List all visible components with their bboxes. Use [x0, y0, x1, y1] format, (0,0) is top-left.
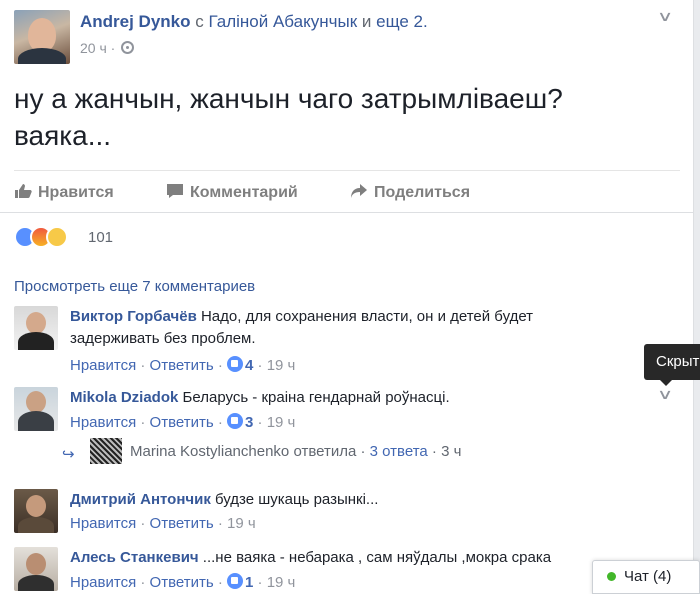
- comment-text: будзе шукаць разынкі...: [215, 491, 379, 508]
- like-badge-icon: [227, 413, 244, 429]
- like-label: Нравится: [38, 184, 114, 201]
- post-text-line-1: ну а жанчын, жанчын чаго затрымліваеш?: [14, 83, 563, 114]
- avatar-shirt: [18, 575, 54, 591]
- replier-avatar: [90, 438, 122, 464]
- comment-bubble-icon: [167, 184, 183, 198]
- reply-summary: Marina Kostylianchenko ответила · 3 отве…: [130, 443, 462, 460]
- comment-body: Дмитрий Антончик будзе шукаць разынкі...: [70, 489, 594, 511]
- commenter-avatar[interactable]: [14, 306, 58, 350]
- comment-time[interactable]: 19 ч: [267, 357, 296, 374]
- reply-time: 3 ч: [441, 443, 462, 460]
- share-arrow-icon: [351, 184, 367, 198]
- thumbs-up-icon: [15, 184, 32, 198]
- post-text-line-2: ваяка...: [14, 120, 112, 151]
- comment-like-count[interactable]: 3: [245, 414, 253, 431]
- reply-arrow-icon: ↪: [62, 446, 75, 463]
- comment-body: Алесь Станкевич ...не ваяка - небарака ,…: [70, 547, 600, 569]
- reply-count: 3 ответа: [369, 443, 428, 460]
- avatar-face: [26, 391, 46, 413]
- reply-verb: ответила: [293, 443, 357, 460]
- header-dot: .: [423, 12, 428, 31]
- comment-text: Беларусь - краіна гендарнай роўнасці.: [182, 389, 450, 406]
- with-word: с: [195, 12, 204, 31]
- wow-reaction-icon: [46, 226, 68, 248]
- comment-actions: Нравится · Ответить · 4 · 19 ч: [70, 356, 296, 374]
- like-button[interactable]: Нравится: [14, 183, 114, 202]
- comment-actions: Нравится · Ответить · 19 ч: [70, 515, 256, 532]
- online-status-icon: [607, 572, 616, 581]
- divider: [0, 212, 694, 213]
- avatar-shirt: [18, 517, 54, 533]
- post-header-line: Andrej Dynko с Галіной Абакунчык и еще 2…: [80, 12, 428, 32]
- chat-button[interactable]: Чат (4): [592, 560, 700, 594]
- avatar-face: [26, 495, 46, 517]
- author-name[interactable]: Andrej Dynko: [80, 12, 191, 31]
- like-badge-icon: [227, 356, 244, 372]
- comment-like-link[interactable]: Нравится: [70, 574, 136, 591]
- commenter-avatar[interactable]: [14, 547, 58, 591]
- post-options-chevron-icon[interactable]: ∨: [657, 8, 673, 25]
- commenter-avatar[interactable]: [14, 489, 58, 533]
- tagged-person[interactable]: Галіной Абакунчык: [209, 12, 358, 31]
- comment-time[interactable]: 19 ч: [227, 515, 256, 532]
- comment-like-count[interactable]: 4: [245, 357, 253, 374]
- avatar-face: [26, 553, 46, 575]
- comment-actions: Нравится · Ответить · 3 · 19 ч: [70, 413, 296, 431]
- hide-tooltip: Скрыть: [644, 344, 700, 380]
- commenter-name[interactable]: Дмитрий Антончик: [70, 491, 211, 508]
- avatar-face: [28, 18, 56, 52]
- tagged-others-label: еще 2: [376, 12, 423, 31]
- comment-item: Виктор Горбачёв Надо, для сохранения вла…: [14, 306, 694, 374]
- comment-reply-link[interactable]: Ответить: [150, 515, 214, 532]
- comment-like-link[interactable]: Нравится: [70, 414, 136, 431]
- post-action-bar: Нравится Комментарий Поделиться: [14, 170, 680, 212]
- author-avatar[interactable]: [14, 10, 70, 64]
- comment-item: Mikola Dziadok Беларусь - краіна гендарн…: [14, 387, 694, 435]
- comment-item: Дмитрий Антончик будзе шукаць разынкі...…: [14, 489, 694, 535]
- comment-reply-link[interactable]: Ответить: [150, 574, 214, 591]
- comment-like-link[interactable]: Нравится: [70, 357, 136, 374]
- post-text: ну а жанчын, жанчын чаго затрымліваеш? в…: [14, 80, 684, 154]
- replier-name: Marina Kostylianchenko: [130, 443, 290, 460]
- comment-time[interactable]: 19 ч: [267, 414, 296, 431]
- avatar-shirt: [18, 48, 66, 64]
- comment-like-count[interactable]: 1: [245, 574, 253, 591]
- comment-like-link[interactable]: Нравится: [70, 515, 136, 532]
- tooltip-arrow: [660, 380, 672, 386]
- avatar-shirt: [18, 332, 54, 350]
- and-word: и: [361, 12, 372, 31]
- share-label: Поделиться: [374, 184, 471, 201]
- comment-text: ...не ваяка - небарака , сам няўдалы ,мо…: [202, 549, 552, 566]
- commenter-name[interactable]: Алесь Станкевич: [70, 549, 199, 566]
- like-badge-icon: [227, 573, 244, 589]
- comment-label: Комментарий: [190, 184, 298, 201]
- post-meta: 20 ч ·: [80, 40, 135, 56]
- commenter-name[interactable]: Mikola Dziadok: [70, 389, 178, 406]
- comment-options-chevron-icon[interactable]: ∨: [657, 386, 673, 403]
- comment-reply-link[interactable]: Ответить: [150, 414, 214, 431]
- globe-icon[interactable]: [121, 41, 135, 54]
- comment-reply-link[interactable]: Ответить: [150, 357, 214, 374]
- commenter-avatar[interactable]: [14, 387, 58, 431]
- post-time[interactable]: 20 ч: [80, 40, 107, 56]
- meta-separator: ·: [110, 40, 116, 56]
- share-button[interactable]: Поделиться: [350, 183, 470, 202]
- comment-button[interactable]: Комментарий: [166, 183, 298, 202]
- comment-actions: Нравится · Ответить · 1 · 19 ч: [70, 573, 296, 591]
- avatar-face: [26, 312, 46, 334]
- view-more-comments-link[interactable]: Просмотреть еще 7 комментариев: [14, 278, 255, 295]
- avatar-shirt: [18, 411, 54, 431]
- post-card: Andrej Dynko с Галіной Абакунчык и еще 2…: [0, 0, 694, 594]
- comment-time[interactable]: 19 ч: [267, 574, 296, 591]
- comment-body: Виктор Горбачёв Надо, для сохранения вла…: [70, 306, 594, 350]
- commenter-name[interactable]: Виктор Горбачёв: [70, 308, 197, 325]
- tagged-others[interactable]: еще 2.: [376, 12, 428, 31]
- chat-label: Чат (4): [624, 568, 672, 585]
- comment-body: Mikola Dziadok Беларусь - краіна гендарн…: [70, 387, 594, 409]
- reaction-count[interactable]: 101: [88, 229, 113, 246]
